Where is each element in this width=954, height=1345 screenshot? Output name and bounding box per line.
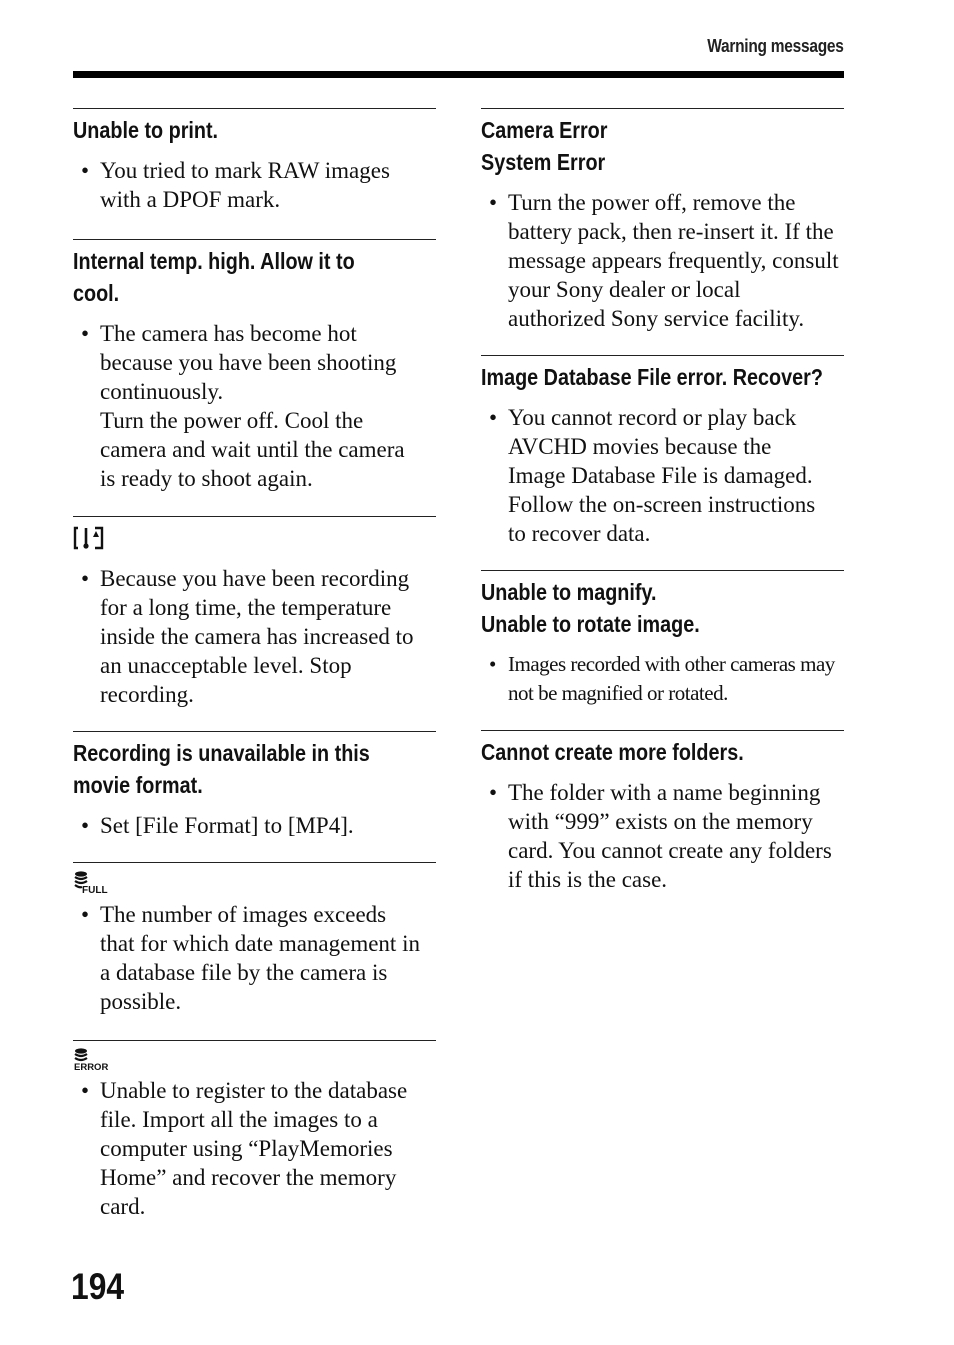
database-error-label: ERROR	[74, 1062, 108, 1072]
bullet-item: The camera has become hot because you ha…	[81, 319, 420, 493]
section-heading-line-1: Recording is unavailable in this	[73, 740, 370, 766]
section-database-error: ERROR Unable to register to the database…	[73, 1040, 436, 1221]
section-unable-to-magnify: Unable to magnify. Unable to rotate imag…	[481, 570, 844, 730]
section-heading-line-2: System Error	[481, 149, 606, 175]
database-full-icon: FULL	[73, 870, 109, 899]
bullet-item: The number of images exceeds that for wh…	[81, 900, 420, 1016]
database-full-label: FULL	[82, 885, 108, 894]
overheat-icon	[73, 525, 105, 556]
bullet-item: Turn the power off, remove the battery p…	[489, 188, 843, 333]
section-heading: Image Database File error. Recover?	[481, 364, 823, 390]
section-heading-line-1: Camera Error	[481, 117, 608, 143]
database-error-icon: ERROR	[73, 1046, 113, 1077]
section-image-database-error: Image Database File error. Recover? You …	[481, 355, 844, 570]
page-number: 194	[71, 1266, 125, 1307]
bullet-item: Because you have been recording for a lo…	[81, 564, 420, 709]
bullet-item: The folder with a name beginning with “9…	[489, 778, 843, 894]
right-column: Camera Error System Error Turn the power…	[481, 108, 844, 894]
bullet-item: Set [File Format] to [MP4].	[81, 811, 420, 840]
left-column: Unable to print. You tried to mark RAW i…	[73, 108, 436, 1221]
header-rule	[73, 71, 844, 78]
section-heading-line-2: cool.	[73, 280, 120, 306]
section-heading: Cannot create more folders.	[481, 739, 744, 765]
section-recording-unavailable: Recording is unavailable in this movie f…	[73, 731, 436, 862]
section-cannot-create-folders: Cannot create more folders. The folder w…	[481, 730, 844, 894]
section-database-full: FULL The number of images exceeds that f…	[73, 862, 436, 1040]
running-title: Warning messages	[707, 36, 845, 56]
bullet-item: Unable to register to the database file.…	[81, 1076, 420, 1221]
section-internal-temp-high: Internal temp. high. Allow it to cool. T…	[73, 239, 436, 516]
section-overheat: Because you have been recording for a lo…	[73, 516, 436, 731]
section-heading-line-2: movie format.	[73, 772, 203, 798]
section-heading: Unable to print.	[73, 117, 219, 143]
bullet-item: You cannot record or play back AVCHD mov…	[489, 403, 828, 548]
bullet-item: You tried to mark RAW images with a DPOF…	[81, 156, 420, 214]
section-heading-line-1: Unable to magnify.	[481, 579, 657, 605]
section-unable-to-print: Unable to print. You tried to mark RAW i…	[73, 108, 436, 239]
section-heading-line-1: Internal temp. high. Allow it to	[73, 248, 355, 274]
section-heading-line-2: Unable to rotate image.	[481, 611, 700, 637]
section-camera-system-error: Camera Error System Error Turn the power…	[481, 108, 844, 355]
bullet-item: Images recorded with other cameras may n…	[489, 650, 843, 708]
